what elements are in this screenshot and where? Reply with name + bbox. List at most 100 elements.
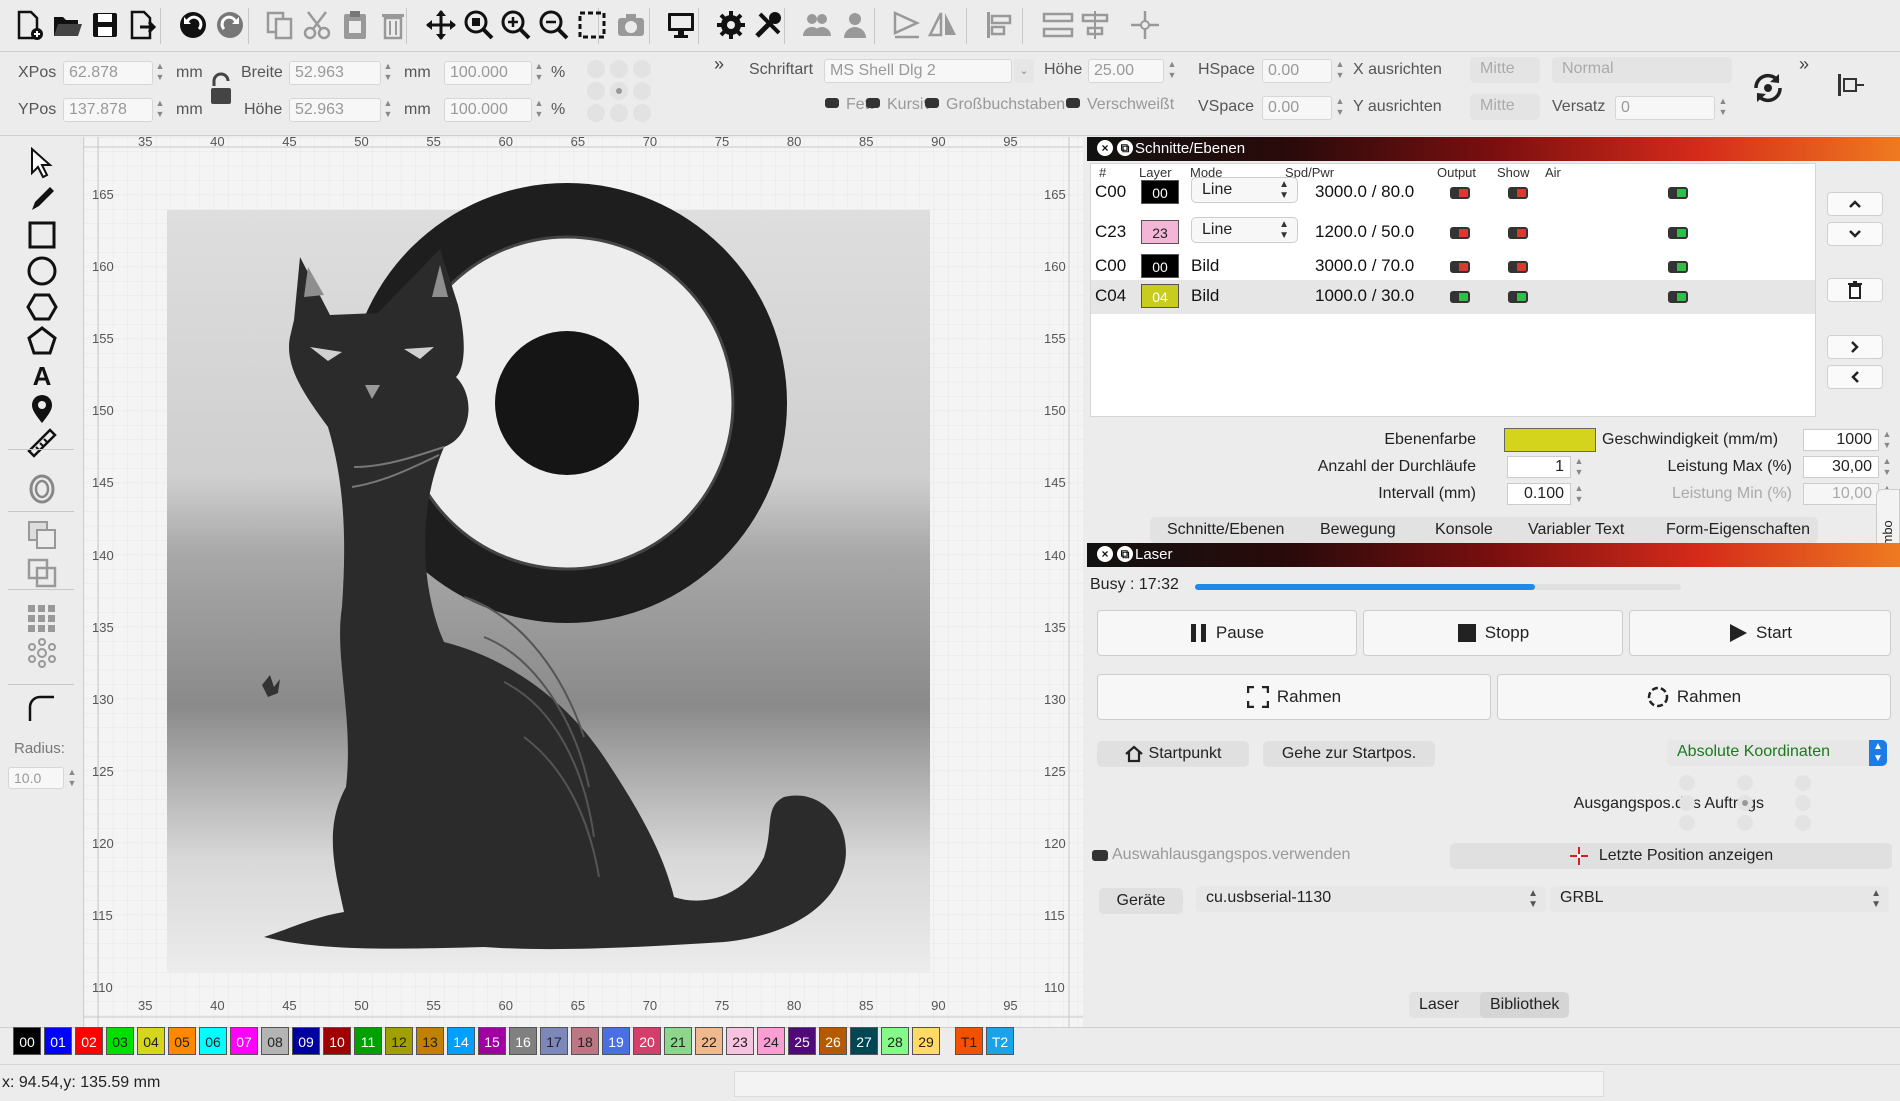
start-button[interactable]: Start — [1629, 610, 1891, 656]
position-pin-icon[interactable] — [22, 393, 62, 425]
width-stepper[interactable]: ▲ ▼ — [382, 61, 394, 85]
expand-chevron-icon[interactable]: » — [714, 54, 724, 75]
settings-icon[interactable] — [714, 6, 748, 44]
output-toggle[interactable] — [1450, 187, 1470, 199]
move-icon[interactable] — [424, 6, 458, 44]
frame-button[interactable]: Rahmen — [1097, 674, 1491, 720]
width-field[interactable]: 52.963 — [289, 61, 381, 85]
palette-color[interactable]: 25 — [788, 1027, 816, 1055]
speed-stepper[interactable]: ▲ ▼ — [1881, 429, 1893, 453]
distribute-tool-icon[interactable] — [1836, 70, 1866, 100]
font-height-stepper[interactable]: ▲ ▼ — [1166, 59, 1178, 83]
italic-toggle[interactable] — [866, 98, 880, 108]
output-toggle[interactable] — [1450, 291, 1470, 303]
palette-color[interactable]: 01 — [44, 1027, 72, 1055]
distribute-icon[interactable] — [1041, 6, 1075, 44]
align-center-icon[interactable] — [1078, 6, 1112, 44]
palette-color[interactable]: T2 — [986, 1027, 1014, 1055]
font-select[interactable]: MS Shell Dlg 2 — [824, 59, 1012, 83]
rectangle-icon[interactable] — [22, 219, 62, 251]
palette-color[interactable]: 04 — [137, 1027, 165, 1055]
tab-library[interactable]: Bibliothek — [1480, 992, 1570, 1018]
mode-select[interactable]: Line ▲ ▼ — [1191, 177, 1298, 203]
ypos-stepper[interactable]: ▲ ▼ — [154, 98, 166, 122]
air-toggle[interactable] — [1668, 187, 1688, 199]
palette-color[interactable]: 03 — [106, 1027, 134, 1055]
redo-icon[interactable] — [213, 6, 247, 44]
cut-row[interactable]: C00 00 Bild 3000.0 / 70.0 — [1087, 250, 1811, 284]
save-icon[interactable] — [88, 6, 122, 44]
palette-color[interactable]: 10 — [323, 1027, 351, 1055]
palette-color[interactable]: 14 — [447, 1027, 475, 1055]
align-left-icon[interactable] — [983, 6, 1017, 44]
y-align-select[interactable]: Mitte — [1470, 94, 1540, 120]
palette-color[interactable]: 24 — [757, 1027, 785, 1055]
mirror-vertical-icon[interactable] — [926, 6, 960, 44]
palette-color[interactable]: 21 — [664, 1027, 692, 1055]
palette-color[interactable]: 09 — [292, 1027, 320, 1055]
show-toggle[interactable] — [1508, 261, 1528, 273]
palette-color[interactable]: 00 — [13, 1027, 41, 1055]
palette-color[interactable]: T1 — [955, 1027, 983, 1055]
ellipse-icon[interactable] — [22, 255, 62, 287]
caps-toggle[interactable] — [925, 98, 939, 108]
cut-row[interactable]: C04 04 Bild 1000.0 / 30.0 — [1087, 280, 1811, 314]
circular-array-icon[interactable] — [22, 637, 62, 669]
undo-icon[interactable] — [176, 6, 210, 44]
select-arrow-icon[interactable] — [22, 147, 62, 179]
grid-array-icon[interactable] — [22, 603, 62, 635]
expand-right-button[interactable] — [1827, 335, 1883, 359]
palette-color[interactable]: 17 — [540, 1027, 568, 1055]
x-align-select[interactable]: Mitte — [1470, 57, 1540, 83]
user-icon[interactable] — [838, 6, 872, 44]
pause-button[interactable]: Pause — [1097, 610, 1357, 656]
speed-field[interactable]: 1000 — [1803, 429, 1879, 451]
delete-layer-button[interactable] — [1827, 278, 1883, 302]
paste-icon[interactable] — [338, 6, 372, 44]
boolean-union-icon[interactable] — [22, 519, 62, 551]
palette-color[interactable]: 02 — [75, 1027, 103, 1055]
radius-field[interactable]: 10.0 — [8, 767, 64, 789]
close-icon[interactable]: × — [1097, 140, 1113, 156]
new-file-icon[interactable] — [12, 6, 46, 44]
tab-variable-text[interactable]: Variabler Text — [1518, 517, 1634, 543]
start-from-select[interactable]: Absolute Koordinaten ▲ ▼ — [1667, 740, 1887, 766]
tab-cuts-layers[interactable]: Schnitte/Ebenen — [1157, 517, 1294, 543]
font-height-field[interactable]: 25.00 — [1088, 59, 1164, 83]
mirror-horizontal-icon[interactable] — [890, 6, 924, 44]
palette-color[interactable]: 26 — [819, 1027, 847, 1055]
palette-color[interactable]: 07 — [230, 1027, 258, 1055]
palette-color[interactable]: 13 — [416, 1027, 444, 1055]
palette-color[interactable]: 28 — [881, 1027, 909, 1055]
laser-float-icon[interactable]: ⧉ — [1117, 546, 1133, 562]
offset-stepper[interactable]: ▲ ▼ — [1717, 96, 1729, 120]
pen-icon[interactable] — [22, 183, 62, 215]
hspace-stepper[interactable]: ▲ ▼ — [1334, 59, 1346, 83]
stop-button[interactable]: Stopp — [1363, 610, 1623, 656]
boolean-subtract-icon[interactable] — [22, 557, 62, 589]
hspace-field[interactable]: 0.00 — [1262, 59, 1332, 83]
interval-stepper[interactable]: ▲ ▼ — [1573, 483, 1585, 507]
design-canvas[interactable]: 35 35 40 40 45 45 50 50 55 55 60 60 65 65 70 70 75 75 80 80… — [84, 134, 1083, 1027]
ypos-field[interactable]: 137.878 — [63, 98, 153, 122]
palette-color[interactable]: 20 — [633, 1027, 661, 1055]
tab-console[interactable]: Konsole — [1425, 517, 1503, 543]
anchor-point-grid[interactable] — [584, 58, 654, 124]
zoom-fit-icon[interactable] — [462, 6, 496, 44]
expand-chevron-right-icon[interactable]: » — [1799, 54, 1809, 75]
zoom-in-icon[interactable] — [499, 6, 533, 44]
devices-button[interactable]: Geräte — [1099, 888, 1183, 914]
weld-toggle[interactable] — [1066, 98, 1080, 108]
cat-image[interactable] — [167, 183, 930, 973]
palette-color[interactable]: 05 — [168, 1027, 196, 1055]
power-min-field[interactable]: 10,00 — [1803, 483, 1879, 505]
vspace-field[interactable]: 0.00 — [1262, 96, 1332, 120]
scale-height-field[interactable]: 100.000 — [444, 98, 532, 122]
lock-aspect-icon[interactable] — [208, 72, 234, 108]
xpos-stepper[interactable]: ▲ ▼ — [154, 61, 166, 85]
open-folder-icon[interactable] — [50, 6, 84, 44]
float-icon[interactable]: ⧉ — [1117, 140, 1133, 156]
air-toggle[interactable] — [1668, 291, 1688, 303]
monitor-icon[interactable] — [664, 6, 698, 44]
controller-select[interactable]: GRBL ▲ ▼ — [1550, 886, 1889, 912]
